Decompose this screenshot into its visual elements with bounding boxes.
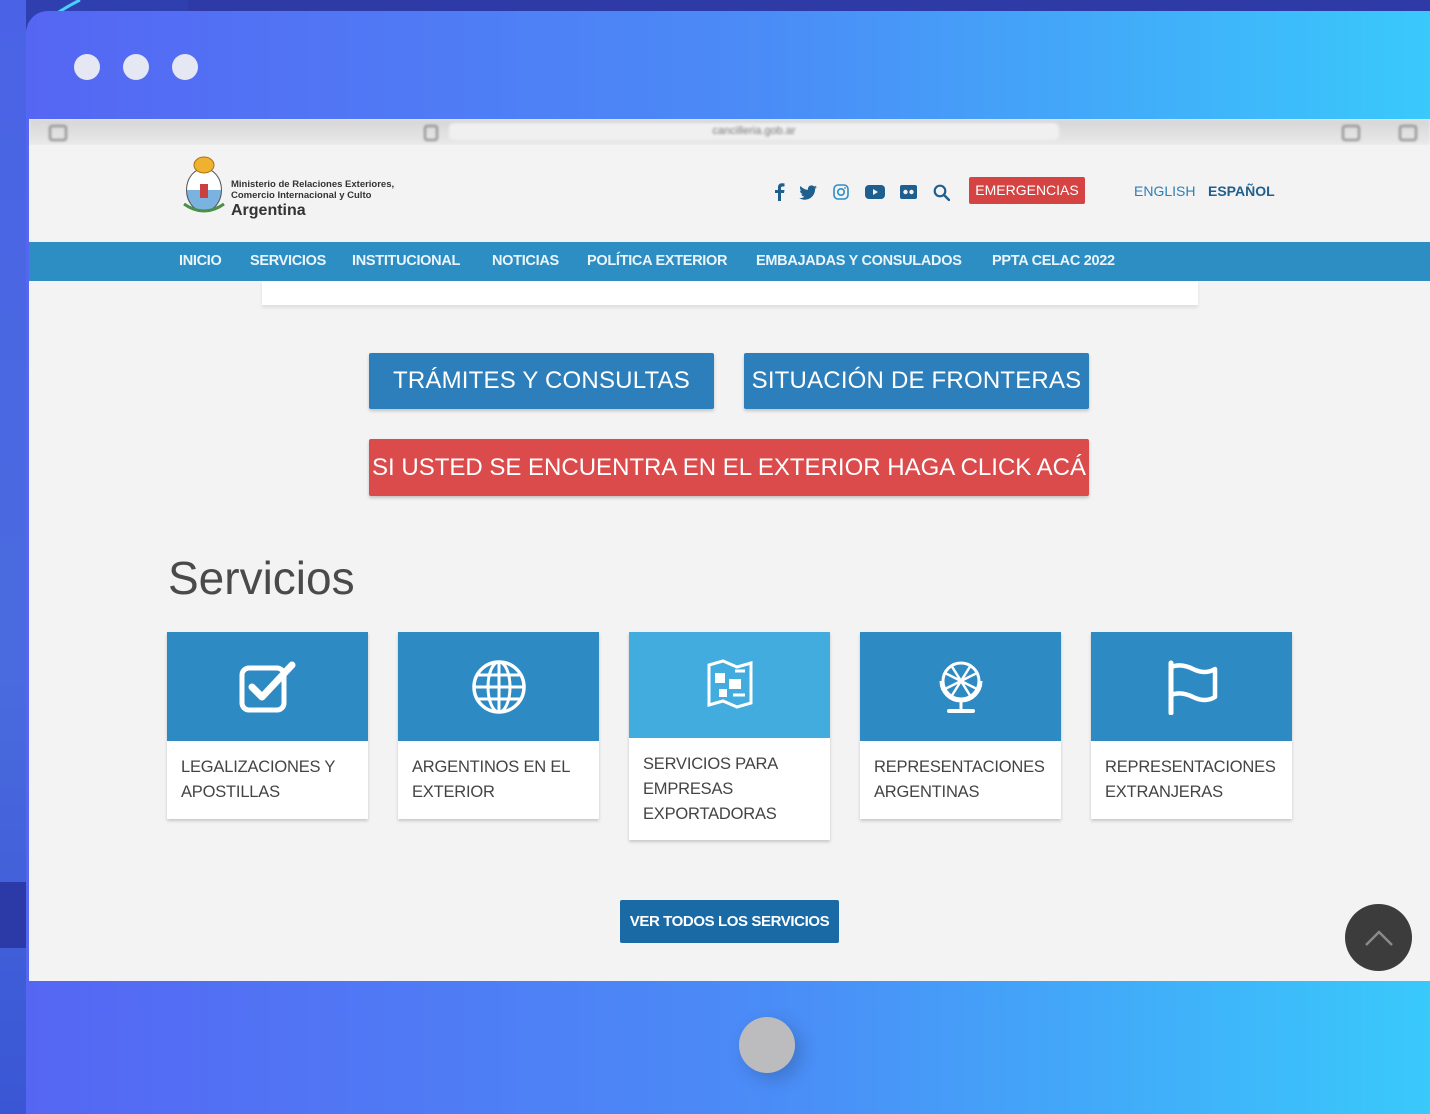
browser-window: cancilleria.gob.ar Ministerio de Relacio…: [26, 11, 1430, 1114]
scroll-to-top-button[interactable]: [1345, 904, 1412, 971]
service-card-header: [167, 632, 368, 741]
chevron-up-icon: [1364, 929, 1393, 946]
flickr-icon[interactable]: [898, 182, 918, 202]
exterior-alert-button[interactable]: SI USTED SE ENCUENTRA EN EL EXTERIOR HAG…: [369, 439, 1089, 496]
window-titlebar: [26, 11, 1430, 119]
nav-item-institucional[interactable]: INSTITUCIONAL: [352, 242, 460, 281]
nav-item-embajadas[interactable]: EMBAJADAS Y CONSULADOS: [756, 242, 962, 281]
content-card-edge: [262, 281, 1198, 305]
map-icon: [707, 659, 752, 709]
service-card-label: REPRESENTACIONES ARGENTINAS: [874, 758, 1045, 801]
youtube-icon[interactable]: [865, 182, 885, 202]
main-navigation: INICIO SERVICIOS INSTITUCIONAL NOTICIAS …: [29, 242, 1430, 281]
nav-item-noticias[interactable]: NOTICIAS: [492, 242, 559, 281]
service-card-header: [1091, 632, 1292, 741]
left-background-block: [0, 882, 26, 948]
flag-icon: [1168, 660, 1217, 715]
service-card-header: [629, 632, 830, 738]
logo-ministry-line: Ministerio de Relaciones Exteriores,: [231, 179, 395, 190]
service-card-label: REPRESENTACIONES EXTRANJERAS: [1105, 758, 1276, 801]
site-header: Ministerio de Relaciones Exteriores, Com…: [29, 145, 1430, 242]
globe-icon: [471, 659, 526, 714]
desk-globe-icon: [939, 661, 982, 713]
language-english-link[interactable]: ENGLISH: [1134, 183, 1195, 199]
service-card-empresas-exportadoras[interactable]: SERVICIOS PARA EMPRESAS EXPORTADORAS: [629, 632, 830, 840]
reader-icon[interactable]: [424, 125, 438, 141]
url-text: cancilleria.gob.ar: [712, 125, 796, 137]
emergency-button[interactable]: EMERGENCIAS: [969, 177, 1085, 204]
service-card-argentinos-exterior[interactable]: ARGENTINOS EN EL EXTERIOR: [398, 632, 599, 819]
logo-ministry-line: Comercio Internacional y Culto: [231, 190, 372, 201]
sidebar-icon[interactable]: [49, 125, 67, 141]
screen: cancilleria.gob.ar Ministerio de Relacio…: [29, 119, 1430, 981]
logo-country: Argentina: [231, 202, 306, 219]
share-icon[interactable]: [1342, 125, 1360, 141]
service-card-representaciones-extranjeras[interactable]: REPRESENTACIONES EXTRANJERAS: [1091, 632, 1292, 819]
browser-toolbar: cancilleria.gob.ar: [29, 119, 1430, 145]
window-dot-close[interactable]: [74, 54, 100, 80]
language-spanish-link[interactable]: ESPAÑOL: [1208, 183, 1275, 199]
nav-item-inicio[interactable]: INICIO: [179, 242, 222, 281]
service-card-label: ARGENTINOS EN EL EXTERIOR: [412, 758, 570, 801]
nav-item-servicios[interactable]: SERVICIOS: [250, 242, 326, 281]
argentina-coat-of-arms-icon[interactable]: [182, 154, 226, 216]
ver-todos-servicios-button[interactable]: VER TODOS LOS SERVICIOS: [620, 900, 839, 943]
servicios-heading: Servicios: [168, 552, 355, 604]
instagram-icon[interactable]: [831, 182, 851, 202]
service-card-representaciones-argentinas[interactable]: REPRESENTACIONES ARGENTINAS: [860, 632, 1061, 819]
service-card-header: [860, 632, 1061, 741]
service-card-label: LEGALIZACIONES Y APOSTILLAS: [181, 758, 335, 801]
service-card-label: SERVICIOS PARA EMPRESAS EXPORTADORAS: [643, 755, 778, 823]
facebook-icon[interactable]: [769, 182, 789, 202]
window-dot-minimize[interactable]: [123, 54, 149, 80]
service-card-legalizaciones[interactable]: LEGALIZACIONES Y APOSTILLAS: [167, 632, 368, 819]
nav-item-politica-exterior[interactable]: POLÍTICA EXTERIOR: [587, 242, 727, 281]
fronteras-button[interactable]: SITUACIÓN DE FRONTERAS: [744, 353, 1089, 409]
twitter-icon[interactable]: [798, 182, 818, 202]
home-indicator-button[interactable]: [739, 1017, 795, 1073]
search-icon[interactable]: [931, 182, 951, 202]
checkbox-icon: [239, 661, 295, 712]
url-bar[interactable]: cancilleria.gob.ar: [449, 123, 1059, 140]
window-dot-maximize[interactable]: [172, 54, 198, 80]
tabs-icon[interactable]: [1399, 125, 1417, 141]
nav-item-celac[interactable]: PPTA CELAC 2022: [992, 242, 1115, 281]
service-card-header: [398, 632, 599, 741]
tramites-button[interactable]: TRÁMITES Y CONSULTAS: [369, 353, 714, 409]
